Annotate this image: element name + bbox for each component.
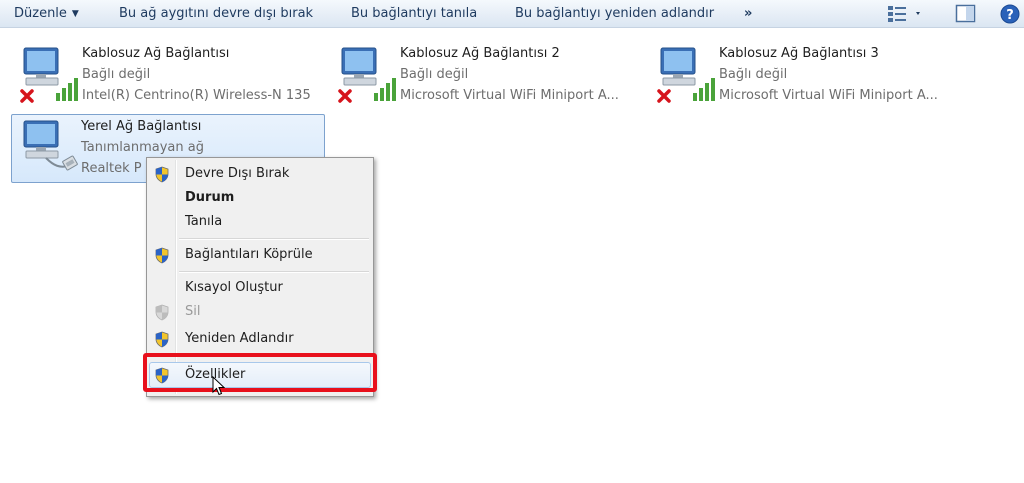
connection-status: Tanımlanmayan ağ xyxy=(81,140,204,155)
menu-item-label: Kısayol Oluştur xyxy=(185,280,283,295)
more-commands-button[interactable]: » xyxy=(744,6,752,21)
mouse-pointer-icon xyxy=(212,376,225,396)
menu-separator xyxy=(179,238,369,240)
svg-text:?: ? xyxy=(1006,8,1014,23)
menu-item-bridge-connections[interactable]: Bağlantıları Köprüle xyxy=(149,244,371,267)
wireless-network-icon xyxy=(338,47,396,103)
uac-shield-icon xyxy=(155,331,169,348)
menu-item-label: Yeniden Adlandır xyxy=(185,331,294,346)
preview-pane-button[interactable] xyxy=(955,4,977,28)
menu-item-label: Bağlantıları Köprüle xyxy=(185,247,313,262)
menu-item-label: Durum xyxy=(185,190,235,205)
menu-separator xyxy=(179,271,369,273)
dropdown-caret-icon: ▼ xyxy=(71,9,79,19)
connection-status: Bağlı değil xyxy=(719,67,788,82)
command-bar: Düzenle ▼ Bu ağ aygıtını devre dışı bırak… xyxy=(0,0,1024,28)
connection-adapter: Microsoft Virtual WiFi Miniport A... xyxy=(400,88,619,103)
organize-button[interactable]: Düzenle ▼ xyxy=(14,6,79,21)
connection-adapter: Realtek P xyxy=(81,161,142,176)
connection-name: Yerel Ağ Bağlantısı xyxy=(81,119,202,134)
disable-device-button[interactable]: Bu ağ aygıtını devre dışı bırak xyxy=(119,6,313,21)
menu-item-status[interactable]: Durum xyxy=(149,187,371,210)
menu-item-label: Tanıla xyxy=(185,214,223,229)
red-highlight-box xyxy=(143,353,377,392)
connection-name: Kablosuz Ağ Bağlantısı xyxy=(82,46,230,61)
details-view-icon xyxy=(888,6,920,22)
help-button[interactable]: ? xyxy=(1000,4,1020,28)
menu-item-rename[interactable]: Yeniden Adlandır xyxy=(149,328,371,351)
connection-name: Kablosuz Ağ Bağlantısı 3 xyxy=(719,46,879,61)
menu-item-label: Devre Dışı Bırak xyxy=(185,166,290,181)
wireless-network-icon xyxy=(657,47,715,103)
organize-label: Düzenle xyxy=(14,6,67,21)
connection-status: Bağlı değil xyxy=(82,67,151,82)
menu-item-disable[interactable]: Devre Dışı Bırak xyxy=(149,163,371,186)
uac-shield-disabled-icon xyxy=(155,304,169,321)
diagnose-connection-button[interactable]: Bu bağlantıyı tanıla xyxy=(351,6,477,21)
connection-tile-wireless-3[interactable]: Kablosuz Ağ Bağlantısı 3 Bağlı değil Mic… xyxy=(649,42,965,106)
wireless-network-icon xyxy=(20,47,78,103)
menu-item-create-shortcut[interactable]: Kısayol Oluştur xyxy=(149,277,371,300)
connection-adapter: Microsoft Virtual WiFi Miniport A... xyxy=(719,88,938,103)
rename-connection-button[interactable]: Bu bağlantıyı yeniden adlandır xyxy=(515,6,714,21)
connection-adapter: Intel(R) Centrino(R) Wireless-N 135 xyxy=(82,88,311,103)
menu-item-delete: Sil xyxy=(149,301,371,324)
uac-shield-icon xyxy=(155,247,169,264)
uac-shield-icon xyxy=(155,166,169,183)
ethernet-network-icon xyxy=(23,120,78,171)
connection-tile-wireless-2[interactable]: Kablosuz Ağ Bağlantısı 2 Bağlı değil Mic… xyxy=(330,42,646,106)
connection-status: Bağlı değil xyxy=(400,67,469,82)
menu-item-label: Sil xyxy=(185,304,201,319)
preview-pane-icon xyxy=(955,4,976,23)
help-icon: ? xyxy=(1000,4,1020,24)
connection-name: Kablosuz Ağ Bağlantısı 2 xyxy=(400,46,560,61)
menu-item-diagnose[interactable]: Tanıla xyxy=(149,211,371,234)
view-options-button[interactable] xyxy=(887,4,921,28)
connection-tile-wireless-1[interactable]: Kablosuz Ağ Bağlantısı Bağlı değil Intel… xyxy=(12,42,328,106)
